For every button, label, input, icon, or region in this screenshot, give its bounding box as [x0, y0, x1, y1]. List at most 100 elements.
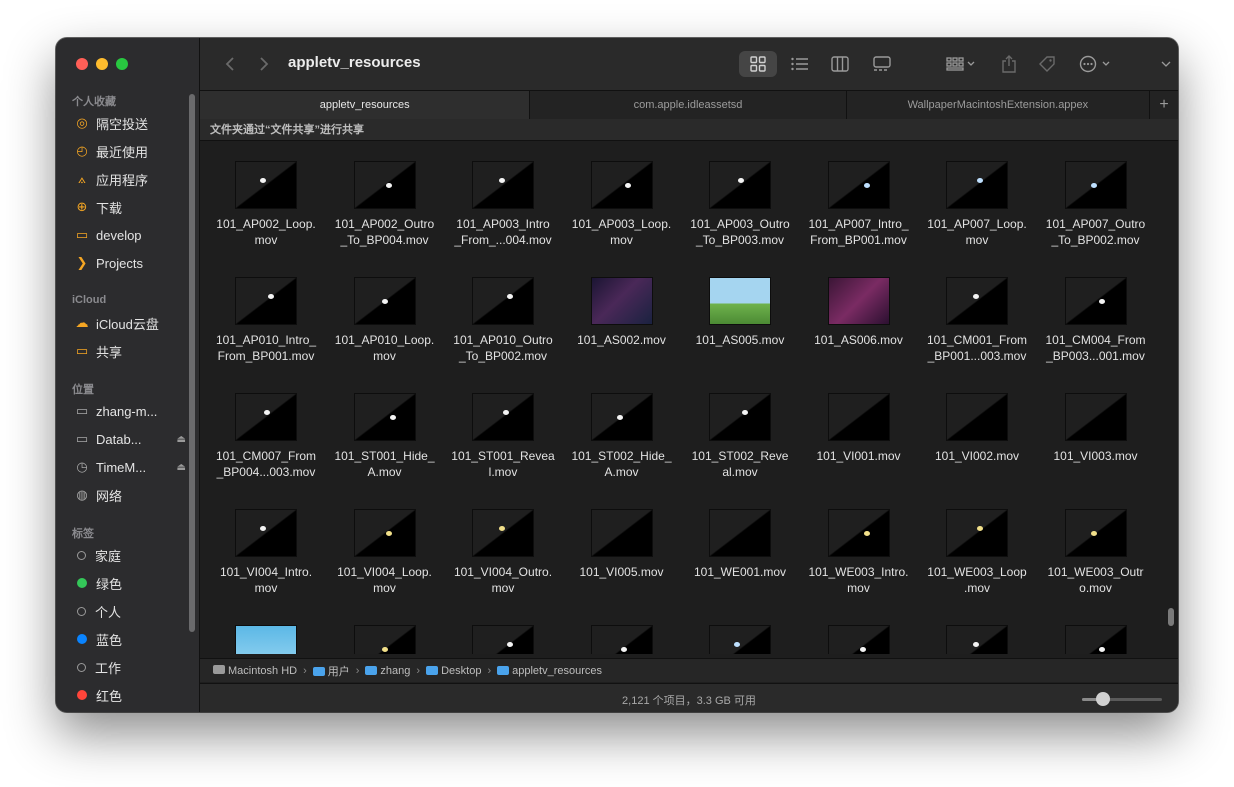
network-icon: ◍	[76, 487, 88, 502]
tab-appletv-resources[interactable]: appletv_resources	[200, 91, 531, 119]
sidebar-item-icloud-drive[interactable]: ☁ iCloud云盘	[74, 313, 186, 333]
path-segment[interactable]: Macintosh HD	[213, 664, 297, 677]
laptop-icon: ▭	[75, 403, 89, 418]
file-item[interactable]	[563, 612, 681, 654]
file-thumbnail	[947, 278, 1007, 324]
new-tab-button[interactable]: +	[1150, 91, 1178, 119]
sidebar-tag-work[interactable]: 工作	[74, 657, 186, 677]
path-segment[interactable]: Desktop	[426, 665, 481, 677]
sidebar-item-downloads[interactable]: ⊕ 下载	[74, 197, 186, 217]
sidebar-item-computer[interactable]: ▭ zhang-m...	[74, 401, 186, 421]
action-menu-button[interactable]	[1076, 51, 1116, 77]
toolbar-overflow-button[interactable]	[1158, 51, 1174, 77]
file-item[interactable]	[207, 612, 325, 654]
sidebar-tag-red[interactable]: 红色	[74, 685, 186, 705]
icon-view-button[interactable]	[739, 51, 777, 77]
file-item[interactable]: 101_AP003_Intro _From_...004.mov	[444, 148, 562, 258]
file-item[interactable]: 101_AP010_Loop. mov	[326, 264, 444, 374]
file-item[interactable]: 101_VI001.mov	[800, 380, 918, 490]
path-segment[interactable]: appletv_resources	[497, 665, 602, 677]
file-item[interactable]	[326, 612, 444, 654]
path-segment[interactable]: 用户	[312, 663, 350, 679]
sidebar-item-label: 蓝色	[96, 632, 123, 648]
sidebar-tag-blue[interactable]: 蓝色	[74, 629, 186, 649]
file-item[interactable]: 101_ST002_Hide_ A.mov	[563, 380, 681, 490]
file-item[interactable]: 101_ST001_Revea l.mov	[444, 380, 562, 490]
path-separator: ›	[487, 664, 492, 677]
file-item[interactable]: 101_AS005.mov	[681, 264, 799, 374]
file-thumbnail	[1065, 510, 1126, 556]
file-item[interactable]: 101_ST002_Reve al.mov	[681, 380, 799, 490]
slider-knob[interactable]	[1096, 692, 1110, 706]
thumbnail-figure	[260, 526, 266, 531]
file-item[interactable]: 101_VI003.mov	[1037, 380, 1155, 490]
tab-wallpaper-extension[interactable]: WallpaperMacintoshExtension.appex	[847, 91, 1151, 119]
file-item[interactable]: 101_WE001.mov	[681, 496, 799, 606]
file-name: 101_VI004_Intro. mov	[219, 565, 313, 595]
file-item[interactable]	[800, 612, 918, 654]
icon-size-slider[interactable]	[1082, 692, 1162, 706]
tag-dot-icon	[77, 550, 86, 560]
file-item[interactable]	[1037, 612, 1155, 654]
minimize-window-button[interactable]	[96, 58, 108, 70]
file-item[interactable]: 101_VI004_Outro. mov	[444, 496, 562, 606]
file-item[interactable]: 101_AP010_Intro_ From_BP001.mov	[207, 264, 325, 374]
group-button[interactable]	[940, 51, 982, 77]
sidebar-item-recents[interactable]: ◴ 最近使用	[74, 141, 186, 161]
sidebar-item-shared[interactable]: ▭ 共享	[74, 341, 186, 361]
file-item[interactable]: 101_AP003_Loop. mov	[563, 148, 681, 258]
file-item[interactable]	[918, 612, 1036, 654]
file-item[interactable]: 101_AP007_Intro_ From_BP001.mov	[800, 148, 918, 258]
sidebar-item-network[interactable]: ◍ 网络	[74, 485, 186, 505]
eject-icon[interactable]: ⏏	[177, 462, 186, 473]
share-button[interactable]	[996, 51, 1022, 77]
file-item[interactable]: 101_WE003_Loop .mov	[918, 496, 1036, 606]
path-segment[interactable]: zhang	[365, 665, 410, 677]
back-button[interactable]	[220, 51, 240, 77]
tag-button[interactable]	[1034, 51, 1060, 77]
file-item[interactable]: 101_AP007_Loop. mov	[918, 148, 1036, 258]
column-view-button[interactable]	[822, 51, 858, 77]
file-item[interactable]: 101_WE003_Outr o.mov	[1037, 496, 1155, 606]
sidebar-item-airdrop[interactable]: ◎ 隔空投送	[74, 113, 186, 133]
file-item[interactable]: 101_CM007_From _BP004...003.mov	[207, 380, 325, 490]
file-item[interactable]: 101_AP007_Outro _To_BP002.mov	[1037, 148, 1155, 258]
file-grid-scrollbar[interactable]	[1168, 608, 1174, 626]
sidebar-item-database-drive[interactable]: ▭ Datab... ⏏	[74, 429, 186, 449]
file-item[interactable]: 101_AP002_Outro _To_BP004.mov	[326, 148, 444, 258]
close-window-button[interactable]	[76, 58, 88, 70]
file-item[interactable]: 101_AS006.mov	[800, 264, 918, 374]
sidebar-item-timemachine[interactable]: ◷ TimeM... ⏏	[74, 457, 186, 477]
tab-idleassetsd[interactable]: com.apple.idleassetsd	[530, 91, 847, 119]
file-item[interactable]: 101_VI005.mov	[563, 496, 681, 606]
zoom-window-button[interactable]	[116, 58, 128, 70]
file-item[interactable]	[444, 612, 562, 654]
sidebar-item-applications[interactable]: ⟑ 应用程序	[74, 169, 186, 189]
list-view-button[interactable]	[782, 51, 818, 77]
sidebar-tag-family[interactable]: 家庭	[74, 545, 186, 565]
file-item[interactable]: 101_WE003_Intro. mov	[800, 496, 918, 606]
file-item[interactable]: 101_ST001_Hide_ A.mov	[326, 380, 444, 490]
sidebar-tag-green[interactable]: 绿色	[74, 573, 186, 593]
sidebar-item-develop[interactable]: ▭ develop	[74, 225, 186, 245]
eject-icon[interactable]: ⏏	[177, 434, 186, 445]
gallery-view-button[interactable]	[864, 51, 900, 77]
forward-button[interactable]	[254, 51, 274, 77]
file-item[interactable]: 101_AP002_Loop. mov	[207, 148, 325, 258]
thumbnail-figure	[616, 415, 623, 420]
sidebar-item-projects[interactable]: ❯ Projects	[74, 253, 186, 273]
file-item[interactable]: 101_CM004_From _BP003...001.mov	[1037, 264, 1155, 374]
path-bar: Macintosh HD › 用户 › zhang › Desktop › appletv_re…	[200, 658, 1178, 682]
file-item[interactable]: 101_AS002.mov	[563, 264, 681, 374]
sidebar-tag-personal[interactable]: 个人	[74, 601, 186, 621]
file-name: 101_VI004_Loop. mov	[337, 565, 432, 595]
sidebar-scrollbar[interactable]	[189, 94, 195, 632]
file-item[interactable]: 101_CM001_From _BP001...003.mov	[918, 264, 1036, 374]
file-item[interactable]: 101_AP010_Outro _To_BP002.mov	[444, 264, 562, 374]
file-item[interactable]: 101_VI004_Loop. mov	[326, 496, 444, 606]
file-item[interactable]: 101_VI004_Intro. mov	[207, 496, 325, 606]
file-item[interactable]	[681, 612, 799, 654]
file-item[interactable]: 101_AP003_Outro _To_BP003.mov	[681, 148, 799, 258]
file-name: 101_AP010_Loop. mov	[334, 333, 435, 363]
file-item[interactable]: 101_VI002.mov	[918, 380, 1036, 490]
